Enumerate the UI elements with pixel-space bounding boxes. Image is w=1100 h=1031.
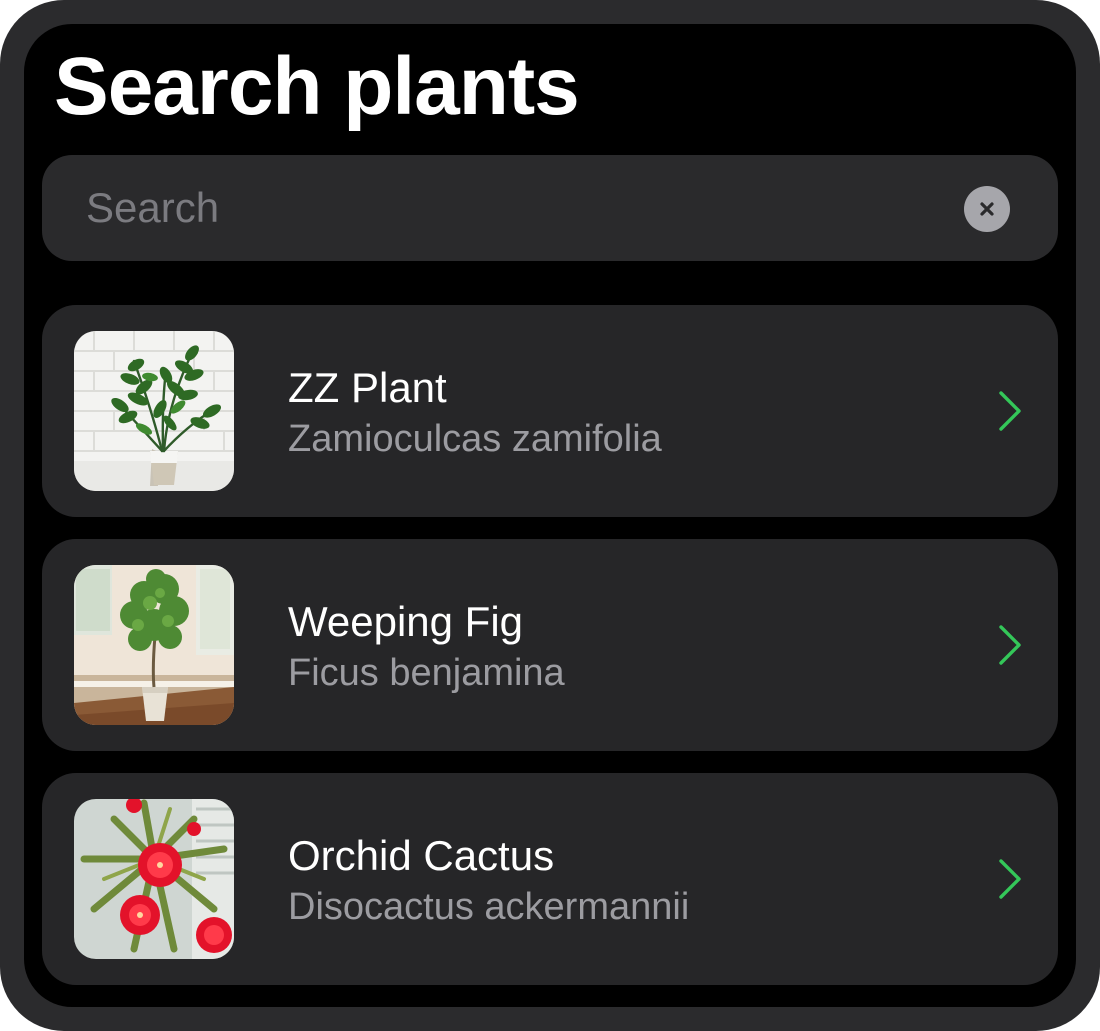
clear-search-button[interactable] xyxy=(964,186,1010,232)
app-screen: Search plants Search ZZ Plant Zamioculca… xyxy=(24,24,1076,1007)
zz-plant-thumbnail xyxy=(74,331,234,491)
xmark-icon xyxy=(980,202,994,216)
chevron-right-icon xyxy=(999,859,1021,899)
search-input[interactable] xyxy=(86,181,946,235)
plant-list-item-zz-plant[interactable]: ZZ Plant Zamioculcas zamifolia xyxy=(42,305,1058,517)
search-bar[interactable] xyxy=(42,155,1058,261)
plant-scientific-name: Ficus benjamina xyxy=(288,652,565,694)
plant-list-item-orchid-cactus[interactable]: Orchid Cactus Disocactus ackermannii xyxy=(42,773,1058,985)
plant-common-name: ZZ Plant xyxy=(288,364,447,411)
page-title: Search plants xyxy=(54,41,580,132)
orchid-cactus-thumbnail xyxy=(74,799,234,959)
device-frame: Search plants Search ZZ Plant Zamioculca… xyxy=(0,0,1100,1031)
plant-common-name: Orchid Cactus xyxy=(288,832,555,879)
plant-scientific-name: Disocactus ackermannii xyxy=(288,886,690,928)
chevron-right-icon xyxy=(999,391,1021,431)
weeping-fig-thumbnail xyxy=(74,565,234,725)
plant-list-item-weeping-fig[interactable]: Weeping Fig Ficus benjamina xyxy=(42,539,1058,751)
plant-scientific-name: Zamioculcas zamifolia xyxy=(288,418,662,460)
chevron-right-icon xyxy=(999,625,1021,665)
plant-common-name: Weeping Fig xyxy=(288,598,524,645)
